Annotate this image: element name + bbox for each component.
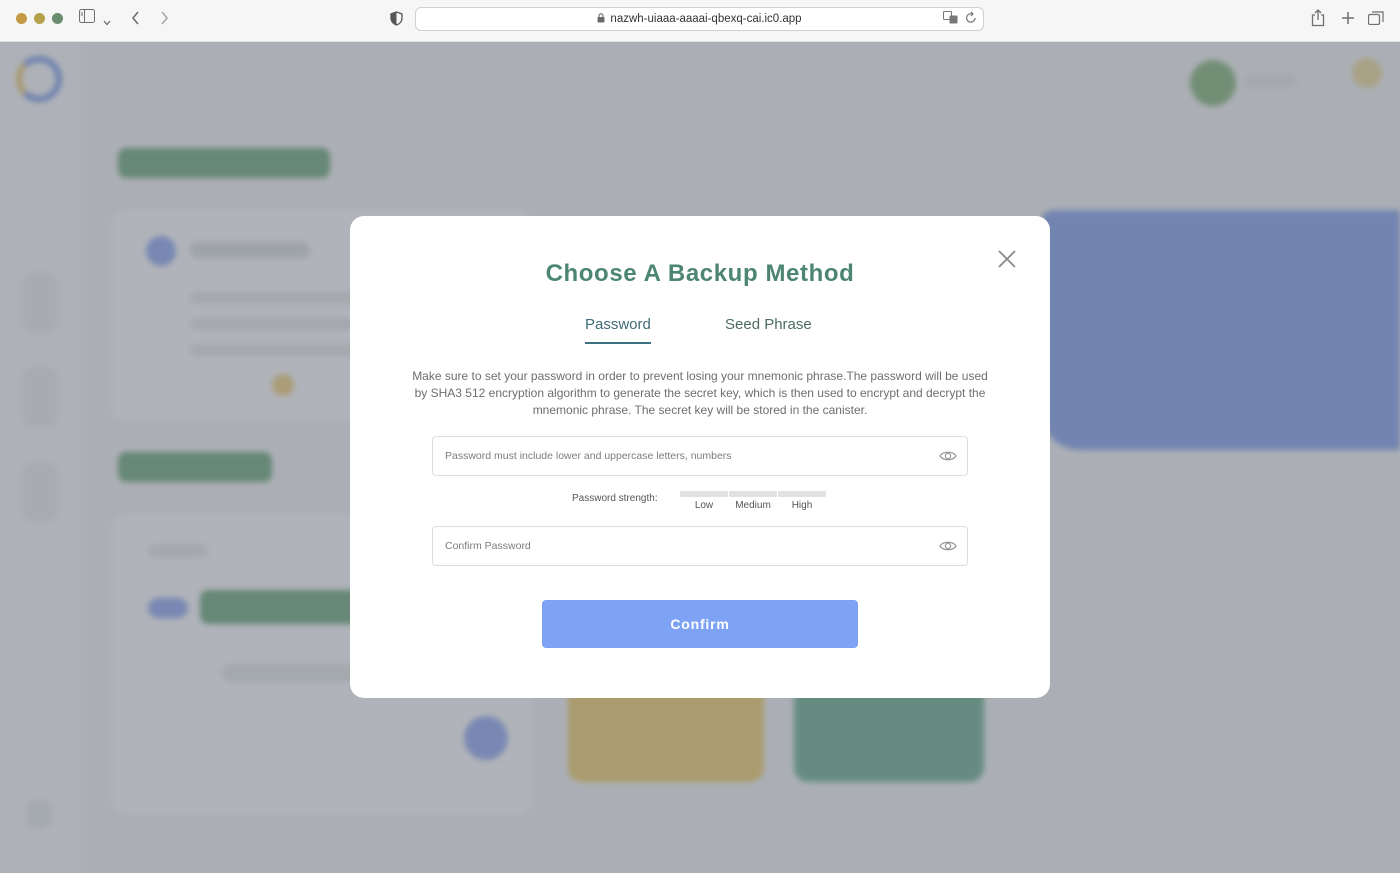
backup-description: Make sure to set your password in order … — [412, 369, 988, 417]
password-field-wrapper — [432, 436, 968, 476]
translate-icon[interactable] — [943, 11, 958, 27]
eye-icon[interactable] — [939, 449, 957, 467]
password-input[interactable] — [433, 437, 947, 475]
shield-icon[interactable] — [390, 11, 403, 31]
minimize-window-button[interactable] — [34, 13, 45, 24]
strength-bars — [680, 491, 826, 497]
chevron-right-icon[interactable] — [160, 11, 169, 31]
sidebar-icon[interactable] — [79, 9, 95, 29]
strength-bar-low — [680, 491, 728, 497]
confirm-password-input[interactable] — [433, 527, 947, 565]
modal-title: Choose A Backup Method — [545, 260, 855, 287]
chevron-down-icon[interactable] — [103, 12, 111, 32]
strength-bar-high — [778, 491, 826, 497]
zoom-window-button[interactable] — [52, 13, 63, 24]
url-text: nazwh-uiaaa-aaaai-qbexq-cai.ic0.app — [610, 13, 802, 25]
share-icon[interactable] — [1311, 9, 1325, 33]
close-window-button[interactable] — [16, 13, 27, 24]
address-bar[interactable]: nazwh-uiaaa-aaaai-qbexq-cai.ic0.app — [415, 7, 984, 31]
plus-icon[interactable] — [1341, 11, 1355, 31]
tabs-overview-icon[interactable] — [1367, 11, 1384, 31]
lock-icon — [597, 12, 605, 26]
browser-toolbar: nazwh-uiaaa-aaaai-qbexq-cai.ic0.app — [0, 0, 1400, 42]
tab-seed-phrase[interactable]: Seed Phrase — [725, 316, 812, 342]
confirm-button[interactable]: Confirm — [542, 600, 858, 648]
confirm-password-field-wrapper — [432, 526, 968, 566]
window-controls — [16, 13, 63, 24]
password-strength-meter: Password strength: Low Medium High — [572, 491, 872, 517]
strength-label: Password strength: — [572, 493, 658, 504]
strength-level-low: Low — [694, 500, 714, 511]
strength-level-high: High — [791, 500, 813, 511]
backup-method-modal: Choose A Backup Method Password Seed Phr… — [350, 216, 1050, 698]
strength-bar-medium — [729, 491, 777, 497]
strength-level-medium: Medium — [735, 500, 771, 511]
eye-icon[interactable] — [939, 539, 957, 557]
reload-icon[interactable] — [965, 11, 977, 27]
chevron-left-icon[interactable] — [131, 11, 140, 31]
tab-password[interactable]: Password — [585, 316, 651, 344]
